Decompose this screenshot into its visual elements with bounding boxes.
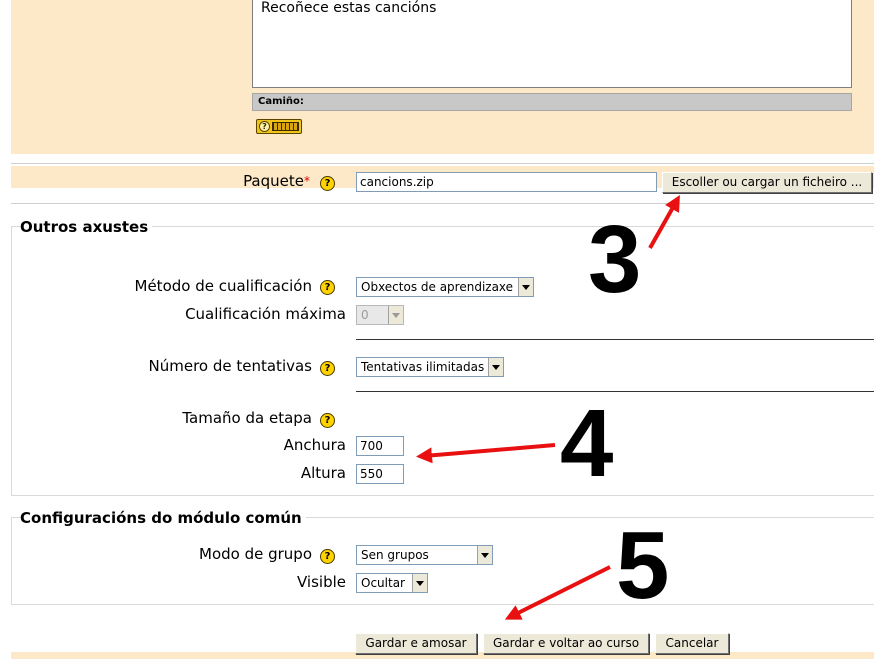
annotation-arrows bbox=[416, 195, 680, 620]
arrow-4 bbox=[416, 443, 556, 464]
arrow-5 bbox=[504, 565, 611, 620]
arrow-3 bbox=[648, 195, 680, 249]
